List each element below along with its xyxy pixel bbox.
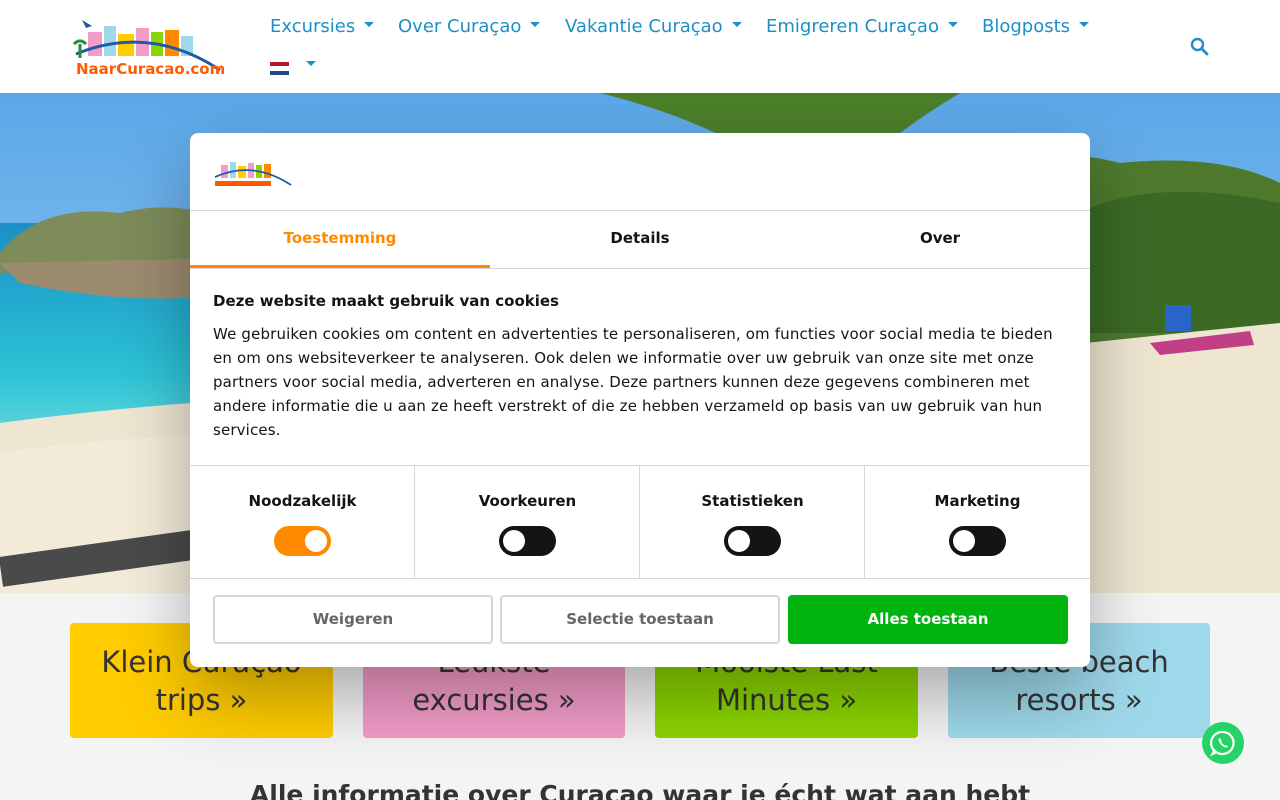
switch-knob	[305, 530, 327, 552]
switch-knob	[728, 530, 750, 552]
dialog-logo	[214, 162, 292, 186]
voorkeuren-switch[interactable]	[499, 526, 556, 556]
statistieken-switch[interactable]	[724, 526, 781, 556]
site-header: NaarCuracao.com Excursies Over Curaçao Vak…	[0, 0, 1280, 93]
chevron-down-icon	[1079, 22, 1090, 27]
language-flag-icon[interactable]	[270, 62, 289, 75]
whatsapp-button[interactable]	[1202, 722, 1244, 764]
chevron-down-icon	[947, 22, 958, 27]
toggle-noodzakelijk: Noodzakelijk	[190, 466, 415, 579]
cookie-consent-dialog: Toestemming Details Over Deze website ma…	[190, 133, 1090, 667]
nav-item-emigreren-cura-ao[interactable]: Emigreren Curaçao	[766, 14, 958, 40]
toggle-label: Statistieken	[701, 492, 804, 510]
tab-toestemming[interactable]: Toestemming	[190, 211, 490, 268]
nav-item-label: Blogposts	[982, 16, 1071, 37]
reject-button[interactable]: Weigeren	[213, 595, 493, 644]
toggle-label: Marketing	[934, 492, 1021, 510]
nav-item-vakantie-cura-ao[interactable]: Vakantie Curaçao	[565, 14, 742, 40]
toggle-label: Voorkeuren	[478, 492, 577, 510]
search-icon[interactable]	[1189, 36, 1211, 58]
cookie-dialog-title: Deze website maakt gebruik van cookies	[213, 292, 559, 310]
nav-item-blogposts[interactable]: Blogposts	[982, 14, 1090, 40]
logo-text: NaarCuracao.com	[76, 60, 225, 78]
nav-item-excursies[interactable]: Excursies	[270, 14, 375, 40]
nav-item-label: Over Curaçao	[398, 16, 522, 37]
toggle-voorkeuren: Voorkeuren	[415, 466, 640, 579]
tab-details[interactable]: Details	[490, 211, 790, 268]
language-dropdown-caret[interactable]	[306, 61, 316, 66]
toggle-marketing: Marketing	[865, 466, 1090, 579]
nav-item-over-cura-ao[interactable]: Over Curaçao	[398, 14, 541, 40]
tab-over[interactable]: Over	[790, 211, 1090, 268]
nav-item-label: Emigreren Curaçao	[766, 16, 939, 37]
chevron-down-icon	[364, 22, 375, 27]
chevron-down-icon	[731, 22, 742, 27]
toggle-statistieken: Statistieken	[640, 466, 865, 579]
nav-item-label: Excursies	[270, 16, 356, 37]
toggle-label: Noodzakelijk	[248, 492, 357, 510]
naarcuracao-logo[interactable]: NaarCuracao.com	[70, 14, 226, 80]
switch-knob	[953, 530, 975, 552]
whatsapp-icon	[1209, 730, 1235, 757]
page-heading: Alle informatie over Curaçao waar je éch…	[249, 780, 1031, 800]
cookie-dialog-body: We gebruiken cookies om content en adver…	[213, 325, 1053, 439]
allow-all-button[interactable]: Alles toestaan	[788, 595, 1068, 644]
nav-item-label: Vakantie Curaçao	[565, 16, 723, 37]
marketing-switch[interactable]	[949, 526, 1006, 556]
switch-knob	[503, 530, 525, 552]
noodzakelijk-switch[interactable]	[274, 526, 331, 556]
chevron-down-icon	[530, 22, 541, 27]
cookie-category-toggles: Noodzakelijk Voorkeuren Statistieken Mar…	[190, 465, 1090, 579]
tabs-divider	[190, 268, 1090, 269]
allow-selection-button[interactable]: Selectie toestaan	[500, 595, 780, 644]
